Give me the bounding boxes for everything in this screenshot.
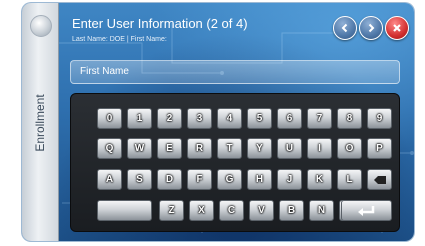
back-button[interactable]	[333, 16, 357, 40]
key-p[interactable]: P	[367, 138, 392, 159]
side-tab-label: Enrollment	[33, 94, 47, 152]
key-r[interactable]: R	[187, 138, 212, 159]
key-6[interactable]: 6	[277, 108, 302, 129]
enrollment-window: Enrollment Enter User Information (2 of …	[22, 3, 414, 241]
enter-icon	[357, 205, 374, 216]
key-z[interactable]: Z	[159, 200, 184, 221]
key-x[interactable]: X	[189, 200, 214, 221]
key-a[interactable]: A	[97, 169, 122, 190]
backspace-icon	[373, 175, 386, 184]
key-7[interactable]: 7	[307, 108, 332, 129]
first-name-placeholder: First Name	[80, 66, 129, 77]
key-w[interactable]: W	[127, 138, 152, 159]
key-y[interactable]: Y	[247, 138, 272, 159]
first-name-field[interactable]: First Name	[70, 60, 400, 84]
key-2[interactable]: 2	[157, 108, 182, 129]
dialog-subtitle: Last Name: DOE | First Name:	[72, 36, 167, 43]
key-8[interactable]: 8	[337, 108, 362, 129]
tab-knob	[30, 15, 52, 37]
dialog-title: Enter User Information (2 of 4)	[72, 16, 248, 31]
key-4[interactable]: 4	[217, 108, 242, 129]
key-o[interactable]: O	[337, 138, 362, 159]
key-i[interactable]: I	[307, 138, 332, 159]
key-j[interactable]: J	[277, 169, 302, 190]
key-n[interactable]: N	[309, 200, 334, 221]
key-e[interactable]: E	[157, 138, 182, 159]
key-d[interactable]: D	[157, 169, 182, 190]
key-q[interactable]: Q	[97, 138, 122, 159]
key-k[interactable]: K	[307, 169, 332, 190]
close-button[interactable]	[385, 16, 409, 40]
chevron-left-icon	[341, 23, 348, 33]
key-3[interactable]: 3	[187, 108, 212, 129]
key-9[interactable]: 9	[367, 108, 392, 129]
key-s[interactable]: S	[127, 169, 152, 190]
forward-button[interactable]	[359, 16, 383, 40]
enrollment-side-tab[interactable]: Enrollment	[22, 3, 59, 241]
key-h[interactable]: H	[247, 169, 272, 190]
key-t[interactable]: T	[217, 138, 242, 159]
key-1[interactable]: 1	[127, 108, 152, 129]
key-0[interactable]: 0	[97, 108, 122, 129]
chevron-right-icon	[368, 23, 375, 33]
key-b[interactable]: B	[279, 200, 304, 221]
blank-wide-key[interactable]	[97, 200, 152, 221]
key-5[interactable]: 5	[247, 108, 272, 129]
key-l[interactable]: L	[337, 169, 362, 190]
close-icon	[393, 24, 401, 32]
on-screen-keyboard: 0123456789QWERTYUIOPASDFGHJKLZXCVBNM	[70, 93, 400, 232]
key-g[interactable]: G	[217, 169, 242, 190]
key-f[interactable]: F	[187, 169, 212, 190]
backspace-key[interactable]	[367, 169, 392, 190]
key-v[interactable]: V	[249, 200, 274, 221]
key-c[interactable]: C	[219, 200, 244, 221]
enter-key[interactable]	[341, 200, 392, 221]
key-u[interactable]: U	[277, 138, 302, 159]
